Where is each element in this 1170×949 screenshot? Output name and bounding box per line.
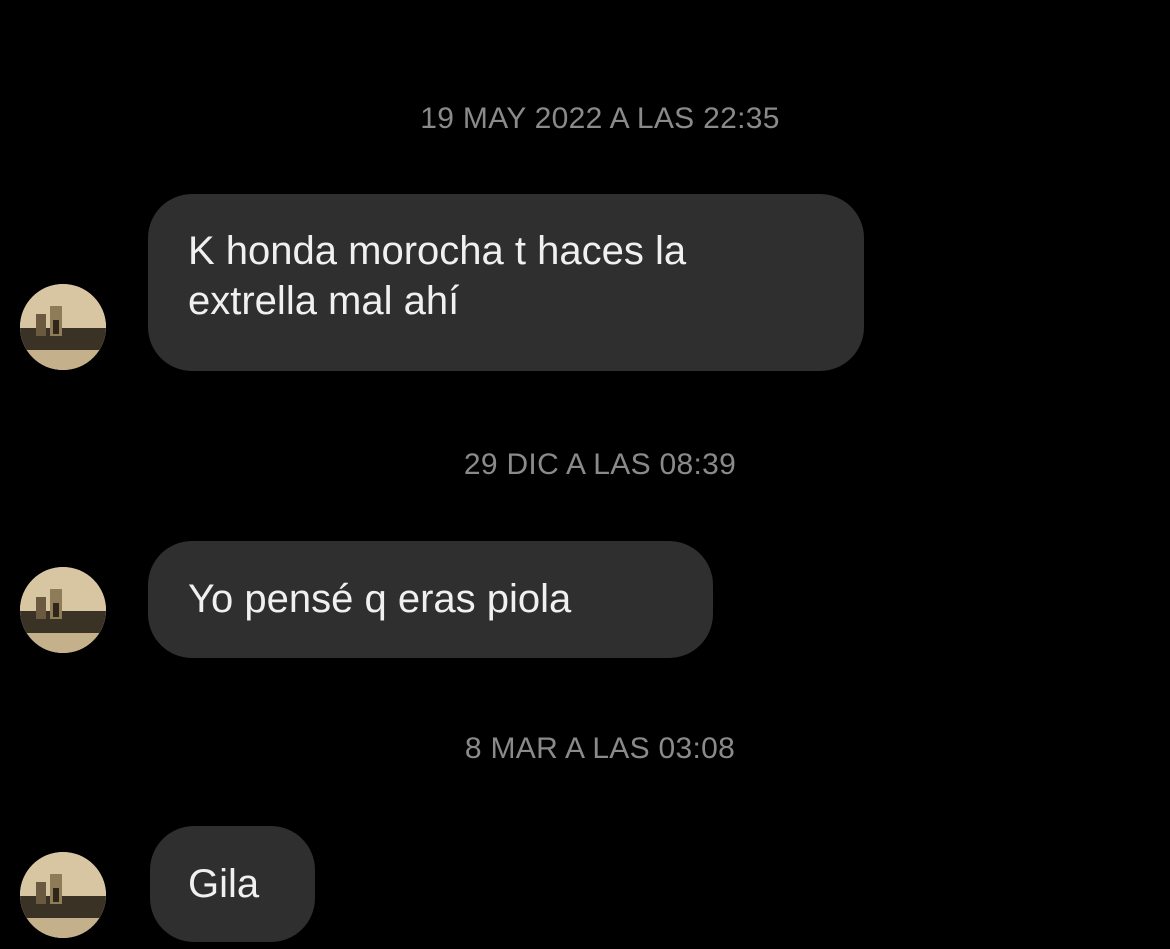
avatar-photo-graphic: [20, 852, 106, 938]
message-timestamp: 19 MAY 2022 A LAS 22:35: [420, 102, 780, 135]
chat-thread: 19 MAY 2022 A LAS 22:35 K honda morocha …: [0, 0, 1170, 949]
message-text-line: K honda morocha t haces la: [188, 229, 687, 273]
message-text-line: extrella mal ahí: [188, 279, 460, 323]
message-timestamp: 8 MAR A LAS 03:08: [464, 732, 736, 765]
received-message-bubble[interactable]: Gila: [150, 826, 315, 942]
contact-avatar-icon[interactable]: [20, 567, 106, 653]
avatar-photo-graphic: [20, 567, 106, 653]
received-message-bubble[interactable]: K honda morocha t haces la extrella mal …: [148, 194, 864, 371]
contact-avatar-icon[interactable]: [20, 284, 106, 370]
contact-avatar-icon[interactable]: [20, 852, 106, 938]
message-text-line: Gila: [188, 862, 260, 906]
message-text-line: Yo pensé q eras piola: [188, 577, 572, 621]
message-timestamp: 29 DIC A LAS 08:39: [463, 448, 737, 481]
received-message-bubble[interactable]: Yo pensé q eras piola: [148, 541, 713, 658]
avatar-photo-graphic: [20, 284, 106, 370]
